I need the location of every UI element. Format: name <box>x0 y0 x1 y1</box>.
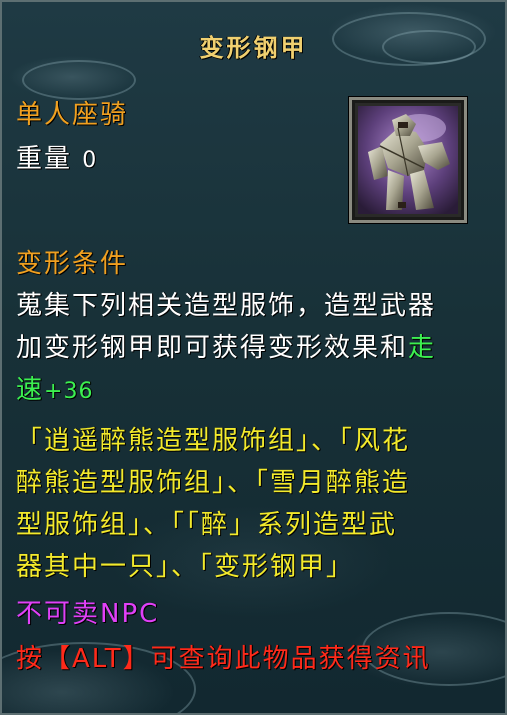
description-line: 蒐集下列相关造型服饰，造型武器 <box>16 291 437 321</box>
mech-armor-icon <box>358 106 458 214</box>
description: 蒐集下列相关造型服饰，造型武器 加变形钢甲即可获得变形效果和走 速+36 <box>16 285 496 413</box>
description-text: 加变形钢甲即可获得变形效果和 <box>16 333 409 363</box>
set-line: 「逍遥醉熊造型服饰组」、「风花 <box>16 426 411 456</box>
item-title: 变形钢甲 <box>199 34 308 62</box>
sell-note: 不可卖NPC <box>16 599 160 629</box>
required-sets: 「逍遥醉熊造型服饰组」、「风花 醉熊造型服饰组」、「雪月醉熊造 型服饰组」、「「… <box>16 420 496 588</box>
set-line: 醉熊造型服饰组」、「雪月醉熊造 <box>16 468 411 498</box>
weight-label: 重量 <box>16 144 73 174</box>
speed-bonus-value: +36 <box>44 379 94 404</box>
set-line: 器其中一只」、「变形钢甲」 <box>16 552 355 582</box>
item-icon-frame[interactable] <box>349 97 467 223</box>
item-tooltip: 变形钢甲 单人座骑 重量 0 变形条件 蒐集下列相关造型服饰，造型武器 加变形钢… <box>0 0 507 715</box>
description-line: 加变形钢甲即可获得变形效果和走 <box>16 327 496 369</box>
condition-heading: 变形条件 <box>16 249 129 279</box>
set-line: 型服饰组」、「「醉」系列造型武 <box>16 510 398 540</box>
description-line: 速+36 <box>16 369 496 413</box>
speed-bonus-label: 走 <box>408 333 437 363</box>
alt-hint: 按【ALT】可查询此物品获得资讯 <box>16 644 431 674</box>
speed-bonus-label: 速 <box>16 375 45 405</box>
weight-value: 0 <box>82 148 97 173</box>
